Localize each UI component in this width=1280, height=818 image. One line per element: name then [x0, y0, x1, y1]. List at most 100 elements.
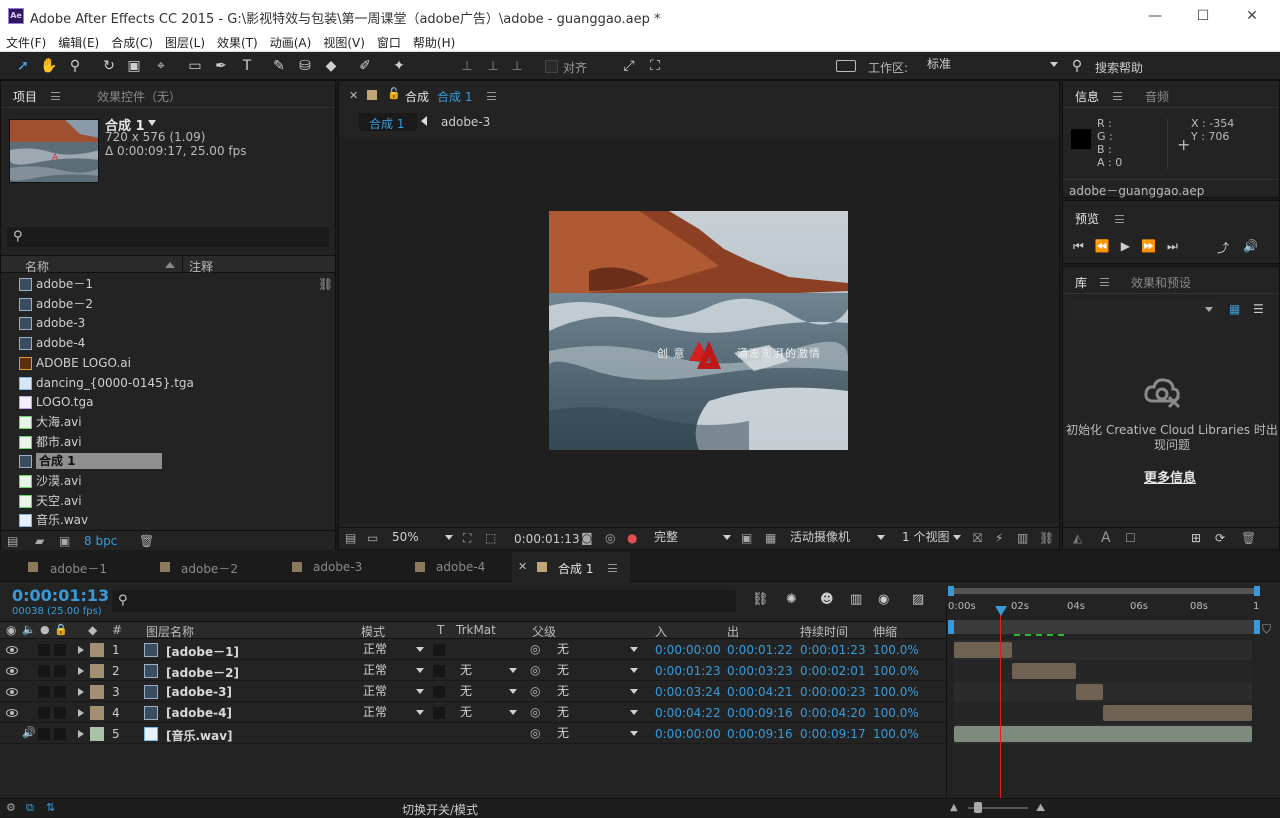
- layer-search-input[interactable]: ⚲: [112, 590, 736, 612]
- maximize-button[interactable]: ☐: [1188, 6, 1218, 26]
- layer-duration[interactable]: 0:00:01:23: [800, 643, 866, 657]
- add-graphic-icon[interactable]: ☐: [1125, 531, 1136, 545]
- camera-tool-icon[interactable]: ▣: [125, 57, 143, 75]
- local-axis-icon[interactable]: ⟂: [458, 57, 476, 75]
- layer-duration[interactable]: 0:00:09:17: [800, 727, 866, 741]
- lock-toggle[interactable]: [54, 665, 66, 677]
- search-help-field[interactable]: 搜索帮助: [1095, 59, 1143, 76]
- panel-menu-icon[interactable]: [608, 564, 617, 572]
- clone-stamp-tool-icon[interactable]: ⛁: [296, 57, 314, 75]
- menu-layer[interactable]: 图层(L): [159, 32, 211, 51]
- fast-preview-icon[interactable]: ⚡: [995, 531, 1003, 545]
- parent-pickwhip-icon[interactable]: ◎: [530, 705, 540, 719]
- layer-duration-bar[interactable]: [1012, 663, 1077, 679]
- layer-stretch[interactable]: 100.0%: [873, 643, 919, 657]
- bpc-toggle[interactable]: 8 bpc: [84, 534, 117, 548]
- snapshot-icon[interactable]: ◙: [581, 531, 593, 545]
- zoom-in-icon[interactable]: ⛰: [1036, 801, 1045, 815]
- project-item[interactable]: adobe-3: [1, 313, 317, 333]
- layer-row[interactable]: 🔊 5 [音乐.wav] ◎ 无 0:00:00:00 0:00:09:16 0:00:09:…: [0, 724, 946, 744]
- preserve-transparency-toggle[interactable]: [433, 686, 445, 698]
- prev-frame-icon[interactable]: ⏪: [1095, 239, 1121, 253]
- layer-label-color[interactable]: [90, 643, 104, 657]
- project-item[interactable]: adobe－2: [1, 294, 317, 314]
- timeline-tab-adobe2[interactable]: adobe－2: [181, 560, 238, 577]
- zoom-tool-icon[interactable]: ⚲: [66, 57, 84, 75]
- flow-next-comp[interactable]: adobe-3: [441, 115, 490, 129]
- parent-pickwhip-icon[interactable]: ◎: [530, 726, 540, 740]
- layer-stretch[interactable]: 100.0%: [873, 727, 919, 741]
- layer-in-point[interactable]: 0:00:00:00: [655, 643, 721, 657]
- roto-brush-tool-icon[interactable]: ✐: [356, 57, 374, 75]
- layer-row[interactable]: 1 [adobe－1] 正常 ◎ 无 0:00:00:00 0:00:01:22 0:00:0…: [0, 640, 946, 660]
- monitor-icon[interactable]: ▭: [367, 531, 378, 545]
- rotate-tool-icon[interactable]: ↻: [100, 57, 118, 75]
- show-snapshot-icon[interactable]: ◎: [605, 531, 615, 545]
- rectangle-tool-icon[interactable]: ▭: [186, 57, 204, 75]
- expand-layer-icon[interactable]: [78, 646, 84, 654]
- solo-toggle[interactable]: [38, 728, 50, 740]
- sync-icon[interactable]: ⟳: [1215, 531, 1225, 545]
- parent-select[interactable]: 无: [552, 726, 642, 743]
- layer-out-point[interactable]: 0:00:01:22: [727, 643, 793, 657]
- parent-pickwhip-icon[interactable]: ◎: [530, 642, 540, 656]
- panel-menu-icon[interactable]: [1115, 215, 1124, 223]
- mute-audio-icon[interactable]: 🔊: [1243, 239, 1258, 253]
- layer-duration[interactable]: 0:00:00:23: [800, 685, 866, 699]
- panel-menu-icon[interactable]: [51, 92, 60, 100]
- layer-stretch[interactable]: 100.0%: [873, 664, 919, 678]
- layer-label-color[interactable]: [90, 685, 104, 699]
- interpret-footage-icon[interactable]: ▤: [7, 534, 18, 548]
- fit-icon[interactable]: ⛶: [646, 57, 664, 75]
- project-search-input[interactable]: ⚲: [7, 227, 329, 247]
- zoom-slider-handle[interactable]: [974, 802, 982, 813]
- expand-layer-icon[interactable]: [78, 730, 84, 738]
- brush-tool-icon[interactable]: ✎: [270, 57, 288, 75]
- flow-active-comp[interactable]: 合成 1: [359, 113, 417, 131]
- eraser-tool-icon[interactable]: ◆: [322, 57, 340, 75]
- layer-duration-bar[interactable]: [1103, 705, 1252, 721]
- tab-effects-presets[interactable]: 效果和预设: [1131, 274, 1191, 291]
- region-of-interest-icon[interactable]: ▣: [741, 531, 752, 545]
- layer-duration-bar[interactable]: [954, 726, 1252, 742]
- timeline-icon[interactable]: ▥: [1017, 531, 1028, 545]
- parent-select[interactable]: 无: [552, 663, 642, 680]
- blend-mode-select[interactable]: 正常: [358, 684, 428, 701]
- timeline-tab-adobe4[interactable]: adobe-4: [436, 560, 485, 574]
- tab-project[interactable]: 项目: [13, 88, 37, 105]
- selection-tool-icon[interactable]: ➚: [14, 57, 32, 75]
- lock-icon[interactable]: 🔓: [387, 87, 401, 100]
- layer-duration-bar[interactable]: [954, 642, 1013, 658]
- views-select[interactable]: 1 个视图: [897, 530, 965, 547]
- comp-viewer[interactable]: 创 意 涌澎澎湃的激情: [339, 137, 1059, 523]
- project-item[interactable]: 天空.avi: [1, 491, 317, 511]
- solo-toggle[interactable]: [38, 686, 50, 698]
- trash-icon[interactable]: 🗑: [1241, 531, 1256, 545]
- solo-toggle[interactable]: [38, 707, 50, 719]
- solo-toggle[interactable]: [38, 644, 50, 656]
- layer-in-point[interactable]: 0:00:03:24: [655, 685, 721, 699]
- expand-layer-icon[interactable]: [78, 709, 84, 717]
- expand-in-out-icon[interactable]: ⇅: [46, 801, 55, 814]
- text-tool-icon[interactable]: T: [238, 57, 256, 75]
- layer-row[interactable]: 4 [adobe-4] 正常 无 ◎ 无 0:00:04:22 0:00:09:16 0:00:…: [0, 703, 946, 723]
- expand-layer-icon[interactable]: [78, 667, 84, 675]
- list-view-icon[interactable]: ☰: [1253, 302, 1264, 316]
- first-frame-icon[interactable]: ⏮: [1073, 239, 1095, 253]
- layer-name[interactable]: [adobe－1]: [166, 643, 239, 660]
- always-preview-icon[interactable]: ▤: [345, 531, 356, 545]
- comp-tab-name[interactable]: 合成 1: [437, 88, 472, 105]
- quality-select[interactable]: 完整: [649, 530, 735, 547]
- layer-label-color[interactable]: [90, 706, 104, 720]
- expand-layer-icon[interactable]: [78, 688, 84, 696]
- parent-pickwhip-icon[interactable]: ◎: [530, 663, 540, 677]
- flowchart-icon[interactable]: ⛓: [1039, 531, 1054, 545]
- panel-menu-icon[interactable]: [1100, 278, 1109, 286]
- track-matte-select[interactable]: 无: [455, 663, 521, 680]
- project-item[interactable]: ADOBE LOGO.ai: [1, 353, 317, 373]
- puppet-pin-tool-icon[interactable]: ✦: [390, 57, 408, 75]
- world-axis-icon[interactable]: ⟂: [484, 57, 502, 75]
- sort-icon[interactable]: [165, 262, 175, 268]
- pen-tool-icon[interactable]: ✒: [212, 57, 230, 75]
- comp-dropdown-icon[interactable]: [148, 120, 156, 126]
